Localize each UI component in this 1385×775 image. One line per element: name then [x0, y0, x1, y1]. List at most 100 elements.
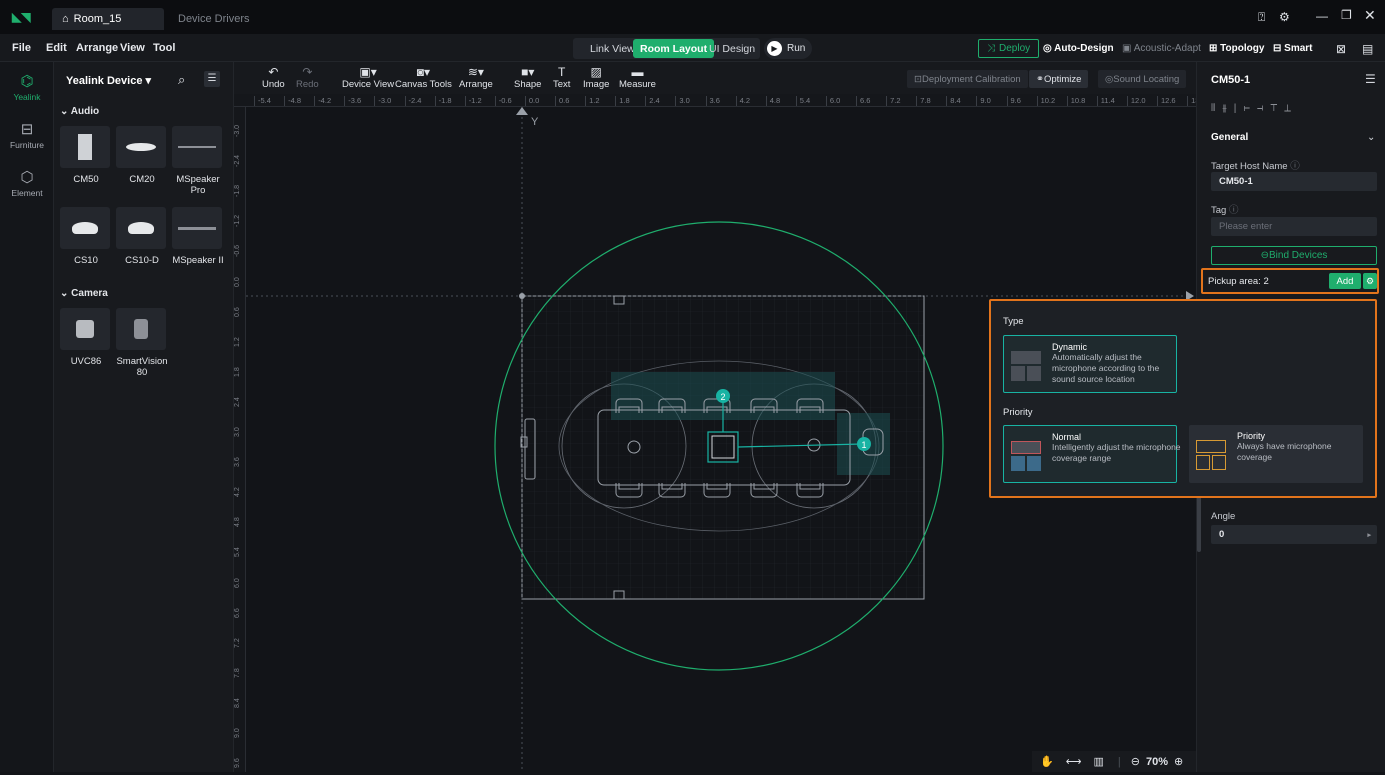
collapse-panel-icon[interactable]: ☰ [204, 71, 220, 87]
menu-view[interactable]: View [120, 42, 145, 54]
tag-input[interactable]: Please enter [1211, 217, 1377, 236]
ruler-horizontal: -5.4 -4.8 -4.2 -3.6 -3.0 -2.4 -1.8 -1.2 -0.6 0.0 0… [234, 94, 1196, 107]
image-button[interactable]: ▨ Image [583, 65, 609, 90]
tab-device-drivers[interactable]: Device Drivers [168, 8, 260, 30]
bind-devices-button[interactable]: ⊖ Bind Devices [1211, 246, 1377, 265]
text-icon: T [558, 65, 566, 79]
settings-icon[interactable]: ⚙ [1279, 10, 1290, 24]
hand-icon[interactable]: ✋ [1040, 755, 1054, 768]
shape-icon: ■▾ [521, 65, 535, 79]
cs10-d-thumb [116, 207, 166, 249]
smart-button[interactable]: ⊟ Smart [1273, 43, 1313, 54]
ruler-tick: 9.6 [234, 758, 241, 768]
panel-menu-icon[interactable]: ☰ [1365, 72, 1376, 86]
mspeaker-ii-thumb [172, 207, 222, 249]
device-cm50[interactable]: CM50 [60, 126, 112, 185]
ruler-tick: 6.6 [856, 96, 870, 106]
cm20-thumb [116, 126, 166, 168]
menu-edit[interactable]: Edit [46, 42, 67, 54]
help-icon[interactable]: ⍰ [1258, 10, 1265, 25]
ruler-tick: -1.2 [234, 215, 241, 228]
svg-text:2: 2 [720, 392, 725, 402]
zoom-out-icon[interactable]: ⊖ [1131, 755, 1140, 768]
cube-icon: ⌬ [20, 73, 34, 90]
ruler-tick: -1.2 [464, 96, 482, 106]
ruler-tick: 7.2 [886, 96, 901, 106]
undo-button[interactable]: ↶ Undo [262, 65, 285, 90]
layout-icon[interactable]: ▤ [1362, 42, 1373, 56]
search-icon[interactable]: ⌕ [178, 72, 185, 88]
device-brand-dropdown[interactable]: Yealink Device ▾ [66, 74, 151, 87]
category-element[interactable]: ⬡ Element [0, 168, 54, 198]
zoom-in-icon[interactable]: ⊕ [1174, 755, 1183, 768]
ruler-tick: -4.2 [314, 96, 331, 106]
ruler-tick: 3.6 [705, 96, 720, 106]
pickup-settings-icon[interactable]: ⚙ [1363, 273, 1377, 289]
optimize-button[interactable]: ⚭ Optimize [1029, 70, 1089, 88]
map-icon[interactable]: ▥ [1093, 755, 1103, 768]
close-icon[interactable]: ✕ [1364, 7, 1376, 24]
category-furniture[interactable]: ⊟ Furniture [0, 120, 54, 150]
angle-input[interactable]: 0 ▸ [1211, 525, 1377, 544]
canvas-tools-button[interactable]: ◙▾ Canvas Tools [395, 65, 452, 90]
minimize-icon[interactable]: — [1316, 9, 1328, 23]
menu-tool[interactable]: Tool [153, 42, 175, 54]
text-button[interactable]: T Text [553, 65, 570, 90]
mspeaker-pro-thumb [172, 126, 222, 168]
acoustic-adapt-button[interactable]: ▣ Acoustic-Adapt [1122, 43, 1201, 54]
target-host-input[interactable]: CM50-1 [1211, 172, 1377, 191]
device-cs10[interactable]: CS10 [60, 207, 112, 266]
ruler-tick: 0.0 [234, 276, 241, 287]
fit-width-icon[interactable]: ⟷ [1066, 755, 1082, 768]
chevron-down-icon[interactable]: ⌄ [1367, 132, 1375, 143]
priority-normal-card[interactable]: Normal Intelligently adjust the micropho… [1003, 425, 1181, 483]
tab-room[interactable]: ⌂ Room_15 [52, 8, 164, 30]
section-audio[interactable]: ⌄ Audio [60, 106, 99, 117]
section-camera[interactable]: ⌄ Camera [60, 288, 108, 299]
topology-button[interactable]: ⊞ Topology [1209, 43, 1264, 54]
category-yealink[interactable]: ⌬ Yealink [0, 72, 54, 102]
ruler-tick: 2.4 [234, 397, 241, 407]
device-mspeaker-ii[interactable]: MSpeaker II [172, 207, 224, 266]
auto-design-button[interactable]: ◎ Auto-Design [1043, 43, 1114, 54]
device-uvc86[interactable]: UVC86 [60, 308, 112, 367]
device-cs10-d[interactable]: CS10-D [116, 207, 168, 266]
ruler-tick: 6.0 [234, 577, 241, 588]
scrollbar[interactable] [1197, 492, 1201, 552]
svg-text:1: 1 [861, 440, 866, 450]
run-button[interactable]: ▶ Run [764, 38, 812, 59]
panel-toggle-icon[interactable]: ⊠ [1336, 42, 1346, 56]
ruler-tick: -1.8 [434, 96, 452, 106]
type-dynamic-card[interactable]: Dynamic Automatically adjust the microph… [1003, 335, 1177, 393]
element-icon: ⬡ [20, 169, 34, 186]
device-smartvision-80[interactable]: SmartVision 80 [116, 308, 168, 378]
priority-priority-card[interactable]: Priority Always have microphone coverage [1189, 425, 1363, 483]
device-view-button[interactable]: ▣▾ Device View [342, 65, 394, 90]
ruler-tick: 12.6 [1157, 96, 1176, 106]
ruler-vertical: -3.0 -2.4 -1.8 -1.2 -0.6 0.0 0.6 1.2 1.8 2.4 3.0 3.… [234, 107, 246, 772]
measure-button[interactable]: ▬ Measure [619, 65, 656, 90]
align-tools[interactable]: ⫴⫵|⊢⊣⊤⊥ [1211, 103, 1298, 114]
layers-icon: ≋▾ [467, 65, 484, 79]
add-pickup-button[interactable]: Add [1329, 273, 1361, 289]
mode-ui-design[interactable]: UI Design [702, 39, 762, 58]
app-logo-icon: ◣◥ [12, 10, 31, 24]
device-cm20[interactable]: CM20 [116, 126, 168, 185]
pickup-area-row: Pickup area: 2 Add ⚙ [1201, 268, 1379, 294]
deploy-button[interactable]: ⤨ Deploy [978, 39, 1040, 58]
redo-button[interactable]: ↷ Redo [296, 65, 319, 90]
arrange-button[interactable]: ≋▾ Arrange [459, 65, 493, 90]
menu-file[interactable]: File [12, 42, 31, 54]
smartvision-thumb [116, 308, 166, 350]
ruler-tick: -5.4 [254, 96, 271, 106]
cm50-thumb [60, 126, 110, 168]
sound-locating-button[interactable]: ◎ Sound Locating [1098, 70, 1187, 88]
deployment-calibration-button[interactable]: ⊡ Deployment Calibration [907, 70, 1028, 88]
shape-button[interactable]: ■▾ Shape [514, 65, 541, 90]
ruler-icon: ▬ [631, 65, 644, 79]
caret-down-icon: ▾ [145, 75, 152, 87]
menu-arrange[interactable]: Arrange [76, 42, 118, 54]
device-mspeaker-pro[interactable]: MSpeaker Pro [172, 126, 224, 196]
link-icon: ⊖ [1260, 250, 1270, 261]
restore-icon[interactable]: ❐ [1341, 8, 1352, 22]
